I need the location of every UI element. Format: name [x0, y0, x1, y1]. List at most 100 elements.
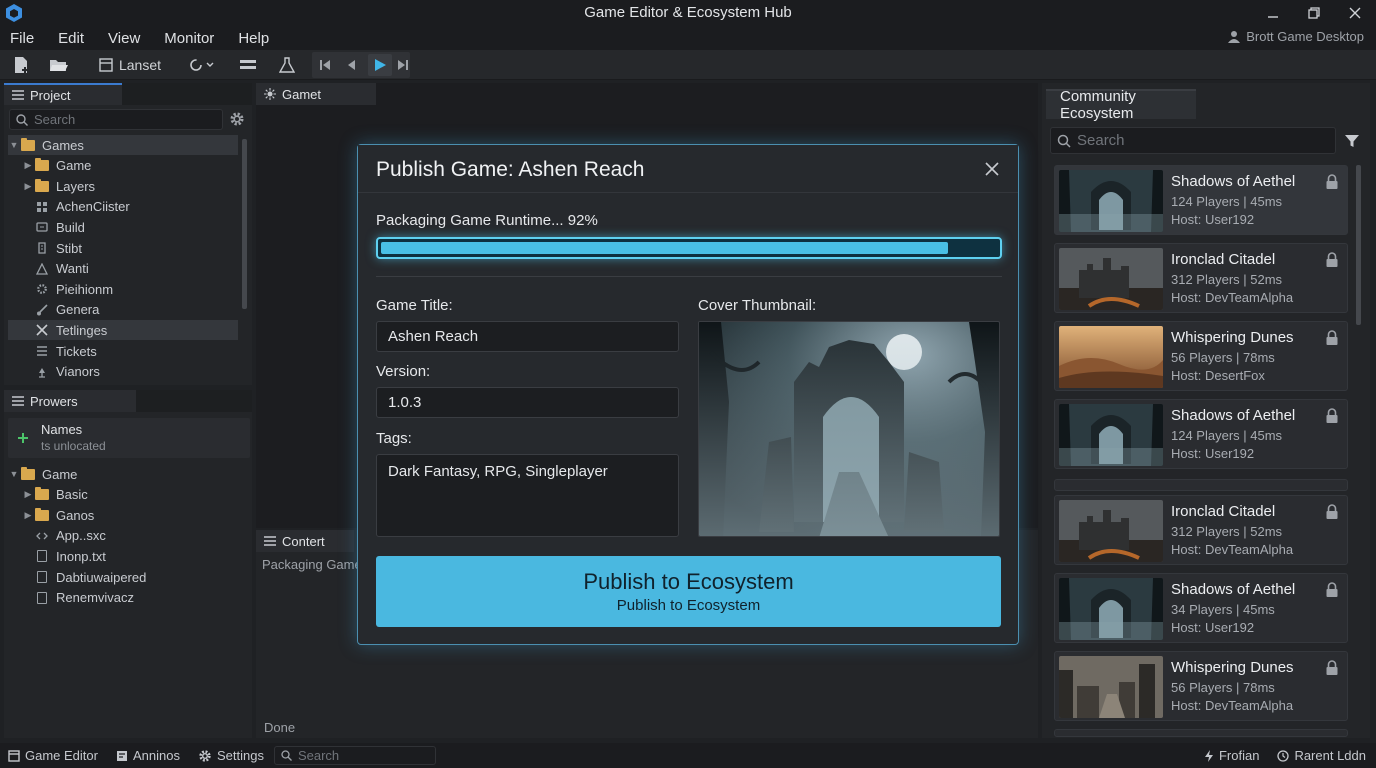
session-name: Shadows of Aethel: [1171, 407, 1296, 424]
names-card[interactable]: Names ts unlocated: [8, 418, 250, 458]
chevron-down-icon[interactable]: ▼: [8, 140, 20, 150]
tree-item-label: Basic: [56, 487, 88, 503]
tree-item[interactable]: Build: [8, 217, 238, 237]
tree-item[interactable]: Stibt: [8, 238, 238, 258]
tree-item[interactable]: Tickets: [8, 341, 238, 361]
session-thumbnail: [1059, 656, 1163, 718]
step-back-button[interactable]: [342, 56, 360, 74]
tree-item[interactable]: ▶ Basic: [8, 485, 238, 505]
file-icon: [37, 591, 47, 604]
new-file-button[interactable]: [10, 54, 32, 76]
tree-item-label: Game: [42, 466, 78, 482]
annotations-button[interactable]: Anninos: [112, 746, 184, 766]
play-button[interactable]: [368, 54, 392, 76]
tags-textarea[interactable]: Dark Fantasy, RPG, Singleplayer: [376, 454, 679, 537]
search-icon: [1057, 134, 1071, 148]
filter-button[interactable]: [1344, 133, 1362, 151]
menu-view[interactable]: View: [108, 30, 140, 47]
align-button[interactable]: [238, 54, 258, 76]
session-card[interactable]: Whispering Dunes 56 Players | 78ms Host: D…: [1054, 651, 1348, 721]
scene-tab[interactable]: Gamet: [256, 83, 376, 105]
sync-dropdown-button[interactable]: [187, 54, 217, 76]
game-editor-status-button[interactable]: Game Editor: [4, 746, 102, 766]
tree-item[interactable]: App..sxc: [8, 526, 238, 546]
tree-item-label: Games: [42, 137, 84, 153]
session-card[interactable]: Ironclad Citadel 312 Players | 52ms Host: …: [1054, 495, 1348, 565]
layout-button[interactable]: Lanset: [98, 54, 162, 76]
tree-item-label: Game: [56, 158, 92, 174]
tree-item[interactable]: Tetlinges: [8, 320, 238, 341]
version-label: Version:: [376, 363, 431, 380]
list-icon: [12, 90, 24, 100]
chevron-right-icon[interactable]: ▶: [22, 160, 34, 171]
lock-icon: [1326, 660, 1338, 675]
tree-item[interactable]: Pieihionm: [8, 279, 238, 299]
publish-button[interactable]: Publish to Ecosystem Publish to Ecosyste…: [376, 556, 1001, 627]
tree-item[interactable]: Genera: [8, 300, 238, 320]
tree-item-label: Dabtiuwaipered: [56, 569, 147, 585]
tree-item[interactable]: Vianors: [8, 362, 238, 382]
castle-thumbnail-icon: [1059, 248, 1163, 310]
project-scrollbar[interactable]: [242, 139, 247, 309]
browser-tab[interactable]: Prowers: [4, 390, 136, 412]
publish-dialog: Publish Game: Ashen Reach Packaging Game…: [357, 144, 1019, 645]
project-settings-button[interactable]: [229, 111, 247, 129]
tree-item[interactable]: Inonp.txt: [8, 546, 238, 566]
project-tab[interactable]: Project: [4, 83, 122, 105]
session-name: Shadows of Aethel: [1171, 173, 1296, 190]
session-host: Host: User192: [1171, 212, 1255, 227]
dialog-close-button[interactable]: [984, 161, 1000, 177]
tree-item[interactable]: Wanti: [8, 259, 238, 279]
menu-help[interactable]: Help: [238, 30, 269, 47]
skip-forward-button[interactable]: [396, 56, 410, 74]
chevron-right-icon[interactable]: ▶: [22, 489, 34, 500]
minimize-button[interactable]: [1261, 3, 1285, 23]
settings-button[interactable]: Settings: [194, 746, 268, 766]
tree-item[interactable]: ▼ Games: [8, 135, 238, 155]
tree-item[interactable]: ▶ Ganos: [8, 505, 238, 525]
tree-item[interactable]: ▼ Game: [8, 464, 238, 484]
add-icon: [18, 433, 28, 443]
publish-button-sublabel: Publish to Ecosystem: [616, 597, 761, 614]
session-card[interactable]: Shadows of Aethel 124 Players | 45ms Host:…: [1054, 165, 1348, 235]
chevron-right-icon[interactable]: ▶: [22, 181, 34, 192]
status-search-input[interactable]: Search: [273, 746, 436, 765]
session-card[interactable]: Shadows of Aethel 124 Players | 45ms Host:…: [1054, 399, 1348, 469]
profiler-button[interactable]: [277, 54, 297, 76]
annotations-label: Anninos: [132, 748, 180, 763]
session-card[interactable]: Ironclad Citadel 312 Players | 52ms Host: …: [1054, 243, 1348, 313]
list-icon: [264, 536, 276, 546]
rarent-status[interactable]: Rarent Lddn: [1273, 746, 1370, 766]
project-tab-label: Project: [30, 87, 71, 103]
arch-thumbnail-icon: [1059, 404, 1163, 466]
menu-edit[interactable]: Edit: [58, 30, 84, 47]
chevron-down-icon[interactable]: ▼: [8, 469, 20, 479]
chevron-right-icon[interactable]: ▶: [22, 510, 34, 521]
skip-back-button[interactable]: [316, 56, 334, 74]
game-title-input[interactable]: Ashen Reach: [376, 321, 679, 352]
session-thumbnail: [1059, 170, 1163, 232]
tree-item[interactable]: Renemvivacz: [8, 588, 238, 608]
close-window-button[interactable]: [1343, 3, 1367, 23]
menu-file[interactable]: File: [10, 30, 34, 47]
content-tab[interactable]: Contert: [256, 530, 354, 552]
open-folder-button[interactable]: [47, 54, 71, 76]
menu-monitor[interactable]: Monitor: [164, 30, 214, 47]
community-scrollbar[interactable]: [1356, 165, 1361, 325]
version-input[interactable]: 1.0.3: [376, 387, 679, 418]
tree-item[interactable]: AchenCiister: [8, 197, 238, 217]
tree-item[interactable]: ▶ Game: [8, 156, 238, 176]
maximize-button[interactable]: [1302, 3, 1326, 23]
tree-item[interactable]: Dabtiuwaipered: [8, 567, 238, 587]
frofian-status[interactable]: Frofian: [1200, 746, 1263, 766]
community-search-input[interactable]: Search: [1050, 127, 1336, 154]
tree-item-label: Tetlinges: [56, 322, 108, 338]
cover-thumbnail[interactable]: [698, 321, 1000, 537]
tree-item[interactable]: ▶ Layers: [8, 176, 238, 196]
community-tab[interactable]: Community Ecosystem: [1046, 88, 1196, 122]
session-meta: 124 Players | 45ms: [1171, 194, 1283, 209]
session-card[interactable]: Whispering Dunes 56 Players | 78ms Host: D…: [1054, 321, 1348, 391]
session-card[interactable]: Shadows of Aethel 34 Players | 45ms Host: …: [1054, 573, 1348, 643]
account-menu[interactable]: Brott Game Desktop: [1228, 29, 1364, 44]
project-search-input[interactable]: Search: [9, 109, 223, 130]
